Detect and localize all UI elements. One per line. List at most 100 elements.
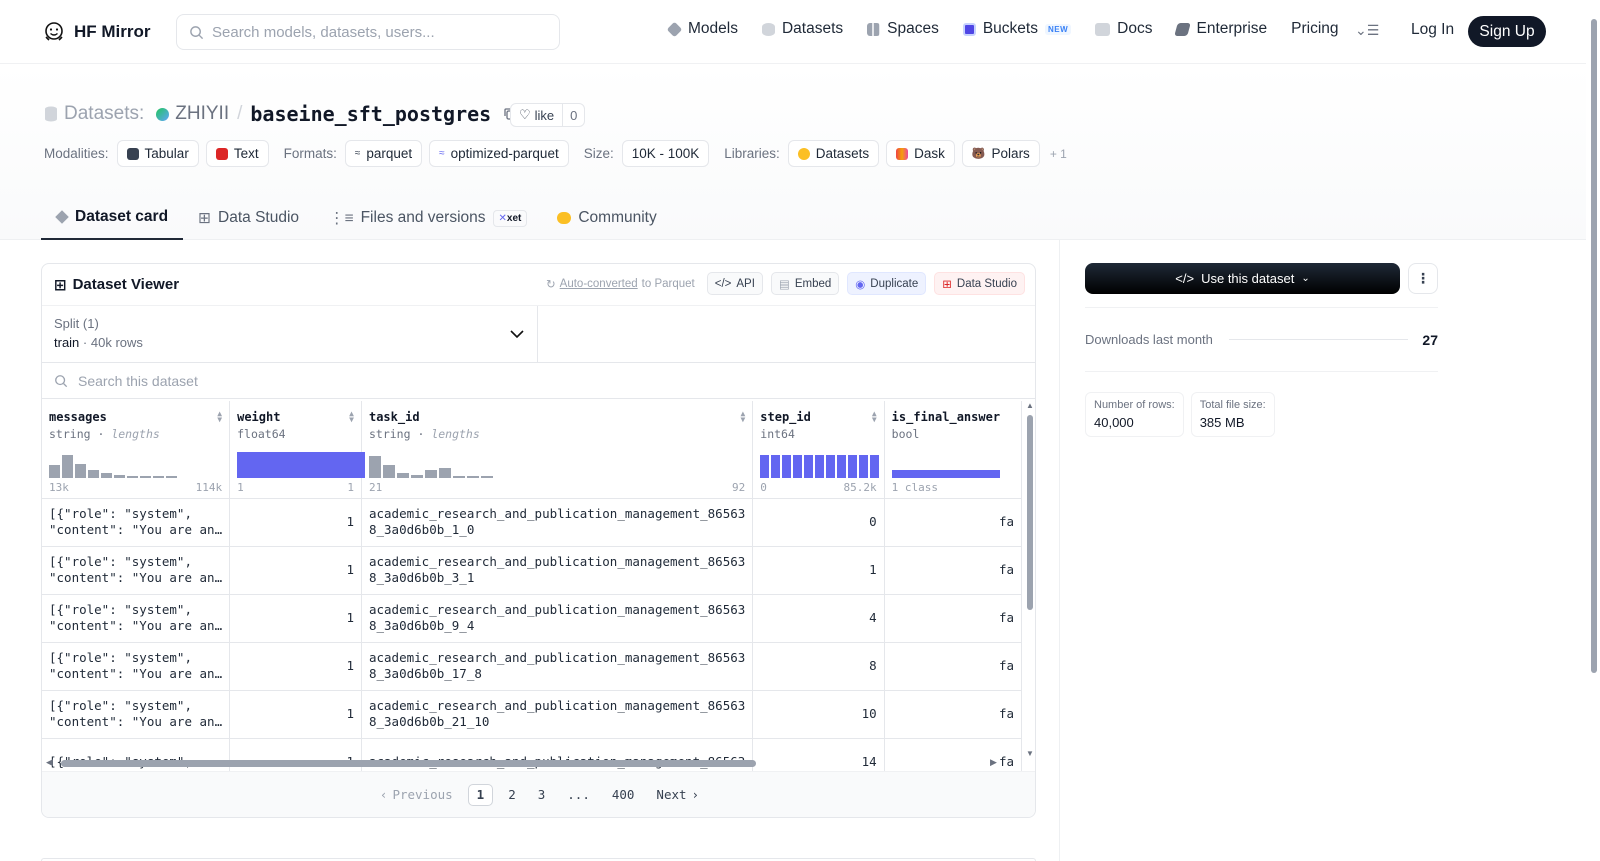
histogram-bar[interactable] bbox=[88, 469, 99, 478]
owner-link[interactable]: ZHIYII bbox=[175, 103, 229, 125]
tab-files-and-versions[interactable]: ⋮≡ Files and versions ✕xet bbox=[314, 196, 542, 240]
cell-is-final-answer[interactable]: fa bbox=[884, 594, 1022, 643]
cell-step-id[interactable]: 10 bbox=[752, 690, 885, 739]
histogram-bar[interactable] bbox=[480, 475, 493, 478]
scroll-up-icon[interactable]: ▲ bbox=[1026, 401, 1034, 410]
cell-weight[interactable]: 1 bbox=[229, 498, 362, 547]
scroll-down-icon[interactable]: ▼ bbox=[1026, 749, 1034, 758]
more-options-button[interactable]: ⋮ bbox=[1408, 263, 1438, 294]
histogram-bar[interactable] bbox=[237, 451, 366, 478]
tag-polars[interactable]: 🐻 Polars bbox=[961, 140, 1040, 167]
column-header-step-id[interactable]: step_id int64 ▲ ▼ 0 85.2k bbox=[752, 401, 885, 499]
cell-is-final-answer[interactable]: fa bbox=[884, 498, 1022, 547]
cell-is-final-answer[interactable]: fa bbox=[884, 642, 1022, 691]
dataset-search-input[interactable] bbox=[78, 372, 478, 389]
histogram-bar[interactable] bbox=[793, 454, 803, 478]
column-header-is-final-answer[interactable]: is_final_answer bool 1 class bbox=[884, 401, 1022, 499]
more-menu-button[interactable]: ⌄☰ bbox=[1355, 22, 1379, 39]
horizontal-scrollbar[interactable]: ◀ ▶ bbox=[46, 757, 1021, 769]
scroll-left-icon[interactable]: ◀ bbox=[46, 757, 53, 768]
cell-task-id[interactable]: academic_research_and_publication_manage… bbox=[361, 594, 754, 643]
histogram-bar[interactable] bbox=[49, 464, 60, 478]
split-selector[interactable]: Split (1) train · 40k rows bbox=[42, 306, 1035, 363]
cell-task-id[interactable]: academic_research_and_publication_manage… bbox=[361, 690, 754, 739]
tag-dask[interactable]: Dask bbox=[886, 140, 955, 167]
signup-button[interactable]: Sign Up bbox=[1468, 16, 1546, 47]
histogram-bar[interactable] bbox=[101, 472, 112, 478]
histogram-bar[interactable] bbox=[782, 454, 792, 478]
histogram-bar[interactable] bbox=[848, 454, 858, 478]
table-row[interactable]: [{"role": "system", "content": "You are … bbox=[42, 498, 1022, 547]
histogram-bar[interactable] bbox=[396, 472, 409, 478]
page-1-button[interactable]: 1 bbox=[467, 783, 494, 806]
histogram-bar[interactable] bbox=[771, 454, 781, 478]
sort-icon[interactable]: ▲ ▼ bbox=[217, 410, 222, 424]
page-scrollbar[interactable] bbox=[1588, 0, 1600, 861]
tag-datasets-lib[interactable]: Datasets bbox=[787, 140, 880, 167]
histogram-bar[interactable] bbox=[760, 454, 770, 478]
tag-text[interactable]: Text bbox=[205, 140, 269, 167]
histogram-bar[interactable] bbox=[891, 469, 1000, 478]
nav-docs[interactable]: Docs bbox=[1095, 20, 1152, 38]
cell-step-id[interactable]: 8 bbox=[752, 642, 885, 691]
cell-step-id[interactable]: 0 bbox=[752, 498, 885, 547]
histogram-bar[interactable] bbox=[424, 469, 437, 478]
chevron-down-icon[interactable] bbox=[509, 326, 525, 342]
cell-weight[interactable]: 1 bbox=[229, 690, 362, 739]
table-row[interactable]: [{"role": "system", "content": "You are … bbox=[42, 594, 1022, 643]
column-header-weight[interactable]: weight float64 ▲ ▼ 1 1 bbox=[229, 401, 366, 499]
nav-models[interactable]: Models bbox=[666, 20, 738, 38]
histogram-bar[interactable] bbox=[826, 454, 836, 478]
histogram-bar[interactable] bbox=[75, 463, 86, 478]
nav-enterprise[interactable]: Enterprise bbox=[1174, 20, 1267, 38]
histogram-bar[interactable] bbox=[153, 475, 164, 478]
repo-name[interactable]: baseine_sft_postgres bbox=[250, 102, 491, 126]
vertical-scrollbar[interactable]: ▲ ▼ bbox=[1025, 401, 1035, 758]
tag-tabular[interactable]: Tabular bbox=[116, 140, 199, 167]
sort-icon[interactable]: ▲ ▼ bbox=[740, 410, 745, 424]
table-row[interactable]: [{"role": "system", "content": "You are … bbox=[42, 546, 1022, 595]
cell-task-id[interactable]: academic_research_and_publication_manage… bbox=[361, 642, 754, 691]
histogram-bar[interactable] bbox=[870, 454, 880, 478]
libraries-more[interactable]: + 1 bbox=[1050, 147, 1067, 161]
auto-converted-link[interactable]: Auto-converted bbox=[560, 278, 638, 290]
histogram-bar[interactable] bbox=[438, 467, 451, 478]
histogram-bar[interactable] bbox=[368, 455, 381, 478]
cell-messages[interactable]: [{"role": "system", "content": "You are … bbox=[42, 546, 231, 595]
cell-messages[interactable]: [{"role": "system", "content": "You are … bbox=[42, 642, 231, 691]
page-scroll-thumb[interactable] bbox=[1591, 19, 1597, 673]
previous-page-button[interactable]: ‹ Previous bbox=[369, 787, 464, 802]
cell-weight[interactable]: 1 bbox=[229, 546, 362, 595]
global-search-input[interactable] bbox=[212, 23, 542, 41]
histogram-bar[interactable] bbox=[815, 454, 825, 478]
login-link[interactable]: Log In bbox=[1411, 21, 1454, 39]
page-2-button[interactable]: 2 bbox=[497, 787, 527, 802]
nav-buckets[interactable]: Buckets NEW bbox=[962, 20, 1072, 38]
next-page-button[interactable]: Next › bbox=[645, 787, 710, 802]
histogram-bar[interactable] bbox=[62, 454, 73, 478]
nav-pricing[interactable]: Pricing bbox=[1291, 20, 1338, 38]
tab-data-studio[interactable]: ⊞ Data Studio bbox=[183, 196, 314, 240]
cell-messages[interactable]: [{"role": "system", "content": "You are … bbox=[42, 690, 231, 739]
vertical-scroll-thumb[interactable] bbox=[1027, 415, 1033, 610]
histogram-bar[interactable] bbox=[859, 454, 869, 478]
histogram-bar[interactable] bbox=[127, 475, 138, 478]
cell-is-final-answer[interactable]: fa bbox=[884, 690, 1022, 739]
horizontal-scroll-thumb[interactable] bbox=[61, 760, 756, 767]
page-3-button[interactable]: 3 bbox=[527, 787, 557, 802]
global-search[interactable] bbox=[176, 14, 560, 50]
histogram-bar[interactable] bbox=[166, 475, 177, 478]
dataset-search[interactable] bbox=[42, 363, 1035, 399]
histogram-bar[interactable] bbox=[804, 454, 814, 478]
owner-avatar[interactable] bbox=[156, 107, 170, 121]
data-studio-button[interactable]: ⊞ Data Studio bbox=[934, 272, 1025, 295]
cell-is-final-answer[interactable]: fa bbox=[884, 546, 1022, 595]
table-row[interactable]: [{"role": "system", "content": "You are … bbox=[42, 642, 1022, 691]
like-button[interactable]: ♡ like 0 bbox=[510, 103, 586, 127]
histogram-bar[interactable] bbox=[382, 464, 395, 478]
column-header-messages[interactable]: messages string · lengths ▲ ▼ 13k 114k bbox=[42, 401, 231, 499]
page-400-button[interactable]: 400 bbox=[601, 787, 646, 802]
cell-task-id[interactable]: academic_research_and_publication_manage… bbox=[361, 546, 754, 595]
nav-spaces[interactable]: Spaces bbox=[867, 20, 939, 38]
use-this-dataset-button[interactable]: </> Use this dataset ⌄ bbox=[1085, 263, 1400, 294]
